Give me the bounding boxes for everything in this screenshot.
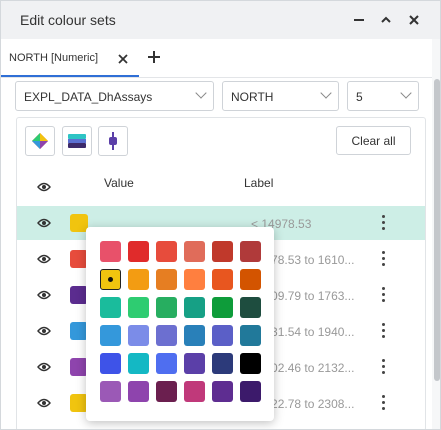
chevron-down-icon (195, 87, 207, 99)
palette-colour-cell[interactable] (128, 353, 149, 374)
palette-colour-cell[interactable] (128, 241, 149, 262)
eye-icon[interactable] (37, 254, 51, 264)
palette-colour-cell[interactable] (184, 241, 205, 262)
colour-ramp-icon (68, 134, 86, 148)
classes-select-value: 5 (356, 90, 363, 104)
colour-ramp-button[interactable] (62, 126, 92, 156)
range-button[interactable] (98, 126, 128, 156)
plus-icon (148, 51, 160, 63)
palette-colour-cell[interactable] (100, 325, 121, 346)
collapse-button[interactable] (375, 9, 397, 31)
palette-colour-cell[interactable] (100, 353, 121, 374)
palette-colour-cell[interactable] (156, 297, 177, 318)
palette-colour-cell[interactable] (184, 269, 205, 290)
palette-colour-cell[interactable] (212, 325, 233, 346)
eye-icon[interactable] (37, 326, 51, 336)
edit-colour-sets-panel: Edit colour sets NORTH [Numeric] EXPL_DA… (0, 0, 441, 430)
palette-colour-cell[interactable] (240, 325, 261, 346)
palette-colour-cell[interactable] (240, 381, 261, 402)
classes-select[interactable]: 5 (347, 81, 419, 111)
more-options-icon[interactable] (381, 359, 387, 377)
eye-icon[interactable] (37, 398, 51, 408)
tab-north-numeric[interactable]: NORTH [Numeric] (1, 39, 139, 77)
window-title: Edit colour sets (20, 12, 116, 28)
palette-colour-cell[interactable] (100, 241, 121, 262)
palette-colour-cell[interactable] (156, 325, 177, 346)
palette-colour-cell[interactable] (156, 381, 177, 402)
eye-icon[interactable] (37, 362, 51, 372)
palette-colour-cell[interactable] (212, 381, 233, 402)
palette-colour-cell[interactable] (100, 297, 121, 318)
palette-icon (32, 133, 48, 149)
more-options-icon[interactable] (381, 323, 387, 341)
minimize-icon (354, 19, 364, 21)
eye-icon[interactable] (37, 290, 51, 300)
scrollbar-thumb[interactable] (434, 79, 440, 381)
palette-colour-cell[interactable] (100, 269, 121, 290)
colour-palette-button[interactable] (25, 126, 55, 156)
palette-colour-cell[interactable] (184, 325, 205, 346)
palette-colour-cell[interactable] (212, 241, 233, 262)
palette-colour-cell[interactable] (128, 381, 149, 402)
chevron-down-icon (400, 87, 412, 99)
palette-colour-cell[interactable] (156, 269, 177, 290)
table-select-value: EXPL_DATA_DhAssays (24, 90, 153, 104)
palette-colour-cell[interactable] (156, 353, 177, 374)
palette-colour-cell[interactable] (212, 353, 233, 374)
tab-close-button[interactable] (117, 48, 129, 70)
minimize-button[interactable] (348, 9, 370, 31)
eye-icon[interactable] (37, 218, 51, 228)
chevron-up-icon (381, 16, 391, 23)
palette-colour-cell[interactable] (240, 241, 261, 262)
palette-colour-cell[interactable] (128, 297, 149, 318)
close-icon (409, 15, 419, 25)
title-bar: Edit colour sets (1, 1, 440, 40)
close-button[interactable] (403, 9, 425, 31)
more-options-icon[interactable] (381, 395, 387, 413)
palette-colour-cell[interactable] (100, 381, 121, 402)
more-options-icon[interactable] (381, 215, 387, 233)
clear-all-button[interactable]: Clear all (336, 126, 411, 155)
palette-colour-cell[interactable] (128, 269, 149, 290)
palette-colour-cell[interactable] (212, 297, 233, 318)
value-column-header: Value (104, 176, 134, 190)
more-options-icon[interactable] (381, 251, 387, 269)
palette-colour-cell[interactable] (184, 353, 205, 374)
tab-bar: NORTH [Numeric] (1, 39, 440, 78)
column-select-value: NORTH (231, 90, 274, 104)
range-icon (109, 132, 117, 150)
chevron-down-icon (320, 87, 332, 99)
palette-colour-cell[interactable] (128, 325, 149, 346)
palette-colour-cell[interactable] (212, 269, 233, 290)
tab-label: NORTH [Numeric] (9, 52, 99, 64)
palette-colour-cell[interactable] (184, 381, 205, 402)
palette-colour-cell[interactable] (240, 353, 261, 374)
close-icon (118, 54, 128, 64)
palette-colour-cell[interactable] (240, 297, 261, 318)
table-select[interactable]: EXPL_DATA_DhAssays (15, 81, 214, 111)
add-tab-button[interactable] (147, 46, 161, 69)
colour-picker-popup (86, 227, 274, 421)
column-select[interactable]: NORTH (222, 81, 339, 111)
palette-colour-cell[interactable] (184, 297, 205, 318)
eye-icon[interactable] (37, 182, 51, 192)
palette-colour-cell[interactable] (240, 269, 261, 290)
label-column-header: Label (244, 176, 274, 190)
palette-colour-cell[interactable] (156, 241, 177, 262)
more-options-icon[interactable] (381, 287, 387, 305)
